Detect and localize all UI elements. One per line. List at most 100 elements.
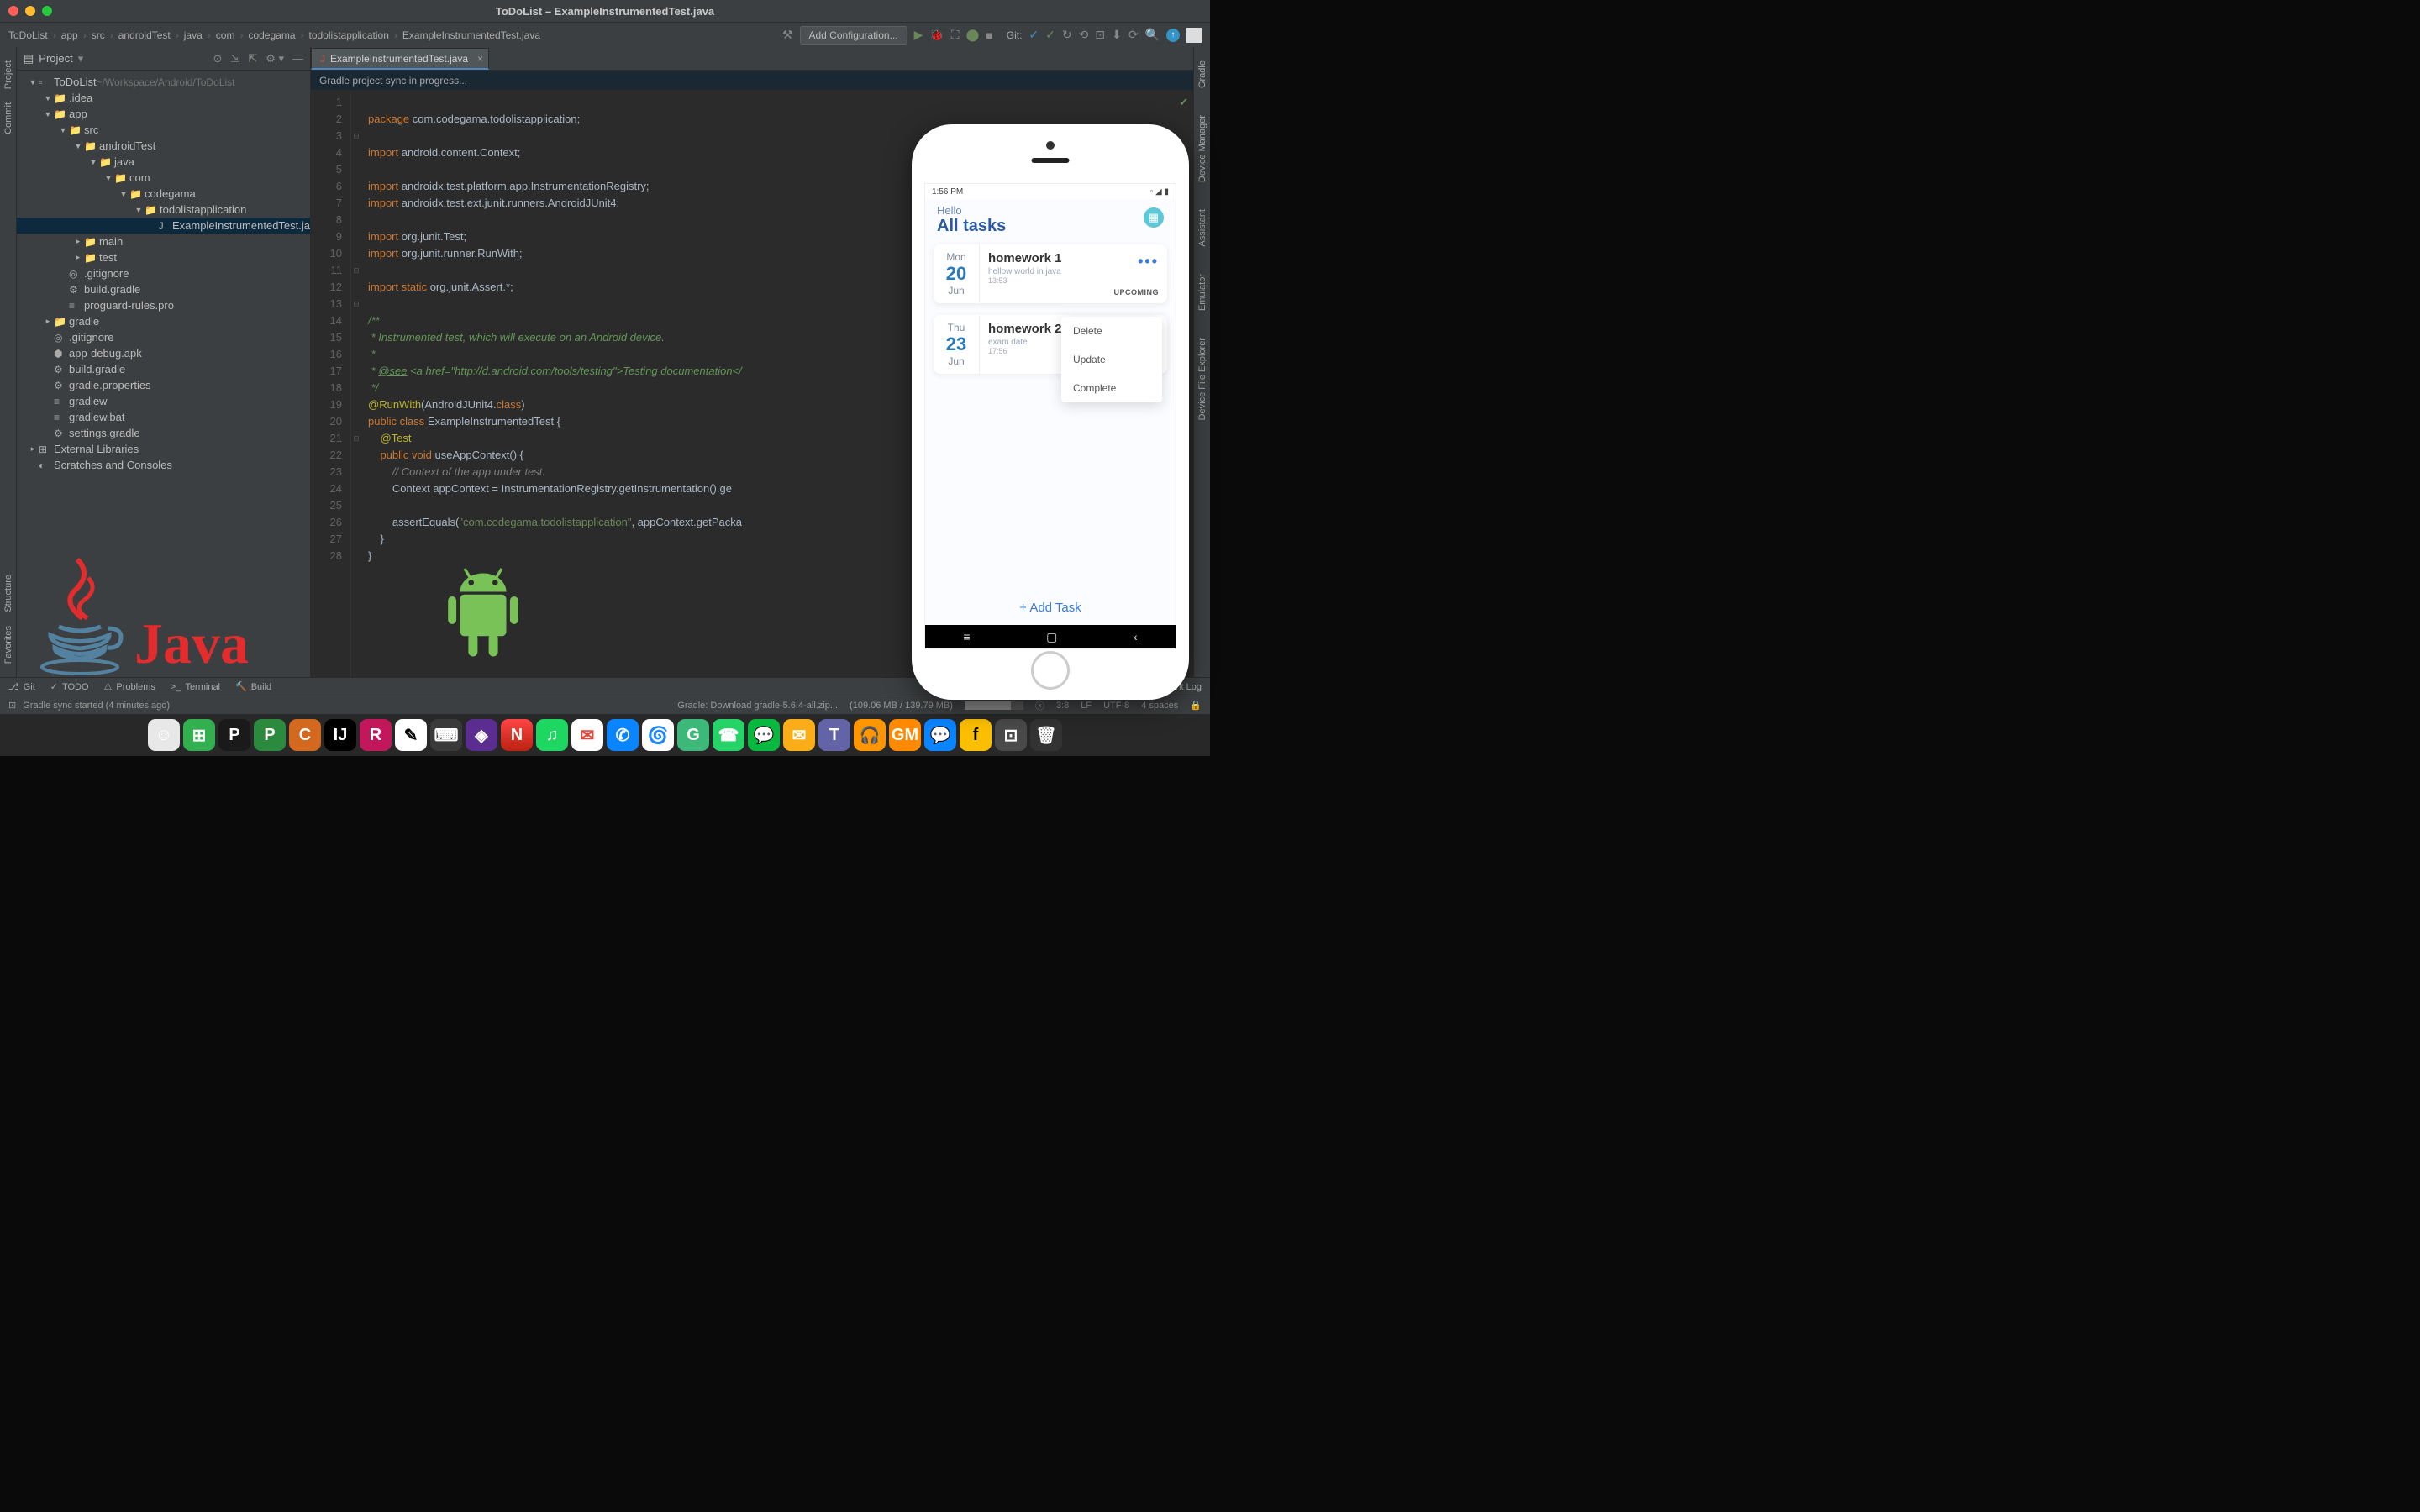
add-task-button[interactable]: + Add Task: [925, 591, 1176, 625]
bottom-tab-todo[interactable]: ✓TODO: [50, 681, 89, 692]
tree-item[interactable]: ≡gradlew: [17, 393, 310, 409]
breadcrumb-item[interactable]: app: [61, 29, 78, 41]
dock-app-icon[interactable]: P: [254, 719, 286, 751]
run-icon[interactable]: ▶: [914, 28, 923, 42]
rail-tab-device-file-explorer[interactable]: Device File Explorer: [1197, 333, 1207, 425]
dock-app-icon[interactable]: ✉: [783, 719, 815, 751]
menu-update[interactable]: Update: [1061, 345, 1162, 374]
tree-item[interactable]: ⬢app-debug.apk: [17, 345, 310, 361]
tree-item[interactable]: ▸📁test: [17, 249, 310, 265]
git-revert-icon[interactable]: ⟲: [1079, 28, 1089, 42]
profiler-icon[interactable]: ⬤: [966, 28, 980, 42]
git-history-icon[interactable]: ↻: [1062, 28, 1072, 42]
breadcrumb-item[interactable]: com: [216, 29, 235, 41]
tree-item[interactable]: ▼📁androidTest: [17, 138, 310, 154]
update-icon[interactable]: ↑: [1166, 29, 1180, 42]
cancel-progress-icon[interactable]: ⓧ: [1035, 699, 1044, 712]
menu-delete[interactable]: Delete: [1061, 317, 1162, 345]
breadcrumb-item[interactable]: todolistapplication: [309, 29, 389, 41]
tree-item[interactable]: ▼▫ToDoList ~/Workspace/Android/ToDoList: [17, 74, 310, 90]
git-pull-icon[interactable]: ✓: [1028, 28, 1039, 42]
rail-tab-structure[interactable]: Structure: [3, 570, 13, 617]
tree-item[interactable]: ⚙settings.gradle: [17, 425, 310, 441]
settings-gear-icon[interactable]: ⚙ ▾: [266, 52, 284, 66]
project-tree[interactable]: ▼▫ToDoList ~/Workspace/Android/ToDoList▼…: [17, 71, 310, 677]
readonly-lock-icon[interactable]: 🔒: [1190, 700, 1202, 711]
tree-item[interactable]: ▸⊞External Libraries: [17, 441, 310, 457]
coverage-icon[interactable]: ⛶: [951, 28, 960, 42]
tree-item[interactable]: ▼📁java: [17, 154, 310, 170]
dock-app-icon[interactable]: C: [289, 719, 321, 751]
rail-tab-emulator[interactable]: Emulator: [1197, 269, 1207, 316]
tree-item[interactable]: ▼📁com: [17, 170, 310, 186]
tree-item[interactable]: ◎.gitignore: [17, 265, 310, 281]
dock-app-icon[interactable]: IJ: [324, 719, 356, 751]
dock-app-icon[interactable]: ♫: [536, 719, 568, 751]
rail-tab-device-manager[interactable]: Device Manager: [1197, 110, 1207, 187]
run-config-button[interactable]: Add Configuration...: [800, 26, 908, 45]
breadcrumb-item[interactable]: src: [92, 29, 105, 41]
dock-app-icon[interactable]: ✉: [571, 719, 603, 751]
file-encoding[interactable]: UTF-8: [1103, 701, 1129, 711]
bottom-tab-git[interactable]: ⎇Git: [8, 681, 35, 692]
breadcrumb-item[interactable]: ExampleInstrumentedTest.java: [402, 29, 540, 41]
sync-icon[interactable]: ⟳: [1128, 28, 1139, 42]
dock-app-icon[interactable]: ◈: [466, 719, 497, 751]
maximize-window-icon[interactable]: [42, 6, 52, 16]
rail-tab-gradle[interactable]: Gradle: [1197, 55, 1207, 93]
line-ending[interactable]: LF: [1081, 701, 1092, 711]
breadcrumb-item[interactable]: androidTest: [118, 29, 171, 41]
dock-app-icon[interactable]: GM: [889, 719, 921, 751]
rail-tab-commit[interactable]: Commit: [3, 97, 13, 139]
close-tab-icon[interactable]: ×: [477, 53, 483, 65]
inspection-ok-icon[interactable]: ✔: [1179, 96, 1188, 109]
tree-item[interactable]: ≡proguard-rules.pro: [17, 297, 310, 313]
tree-item[interactable]: ▼📁codegama: [17, 186, 310, 202]
tree-item[interactable]: ≡gradlew.bat: [17, 409, 310, 425]
tree-item[interactable]: ◎.gitignore: [17, 329, 310, 345]
more-icon[interactable]: •••: [1138, 253, 1159, 270]
dock-app-icon[interactable]: 💬: [748, 719, 780, 751]
project-title[interactable]: Project: [39, 52, 72, 65]
stop-icon[interactable]: ■: [986, 29, 992, 42]
bottom-tab-build[interactable]: 🔨Build: [235, 681, 271, 692]
tree-item[interactable]: ⚙build.gradle: [17, 281, 310, 297]
close-window-icon[interactable]: [8, 6, 18, 16]
dock-app-icon[interactable]: ☎: [713, 719, 744, 751]
dock-app-icon[interactable]: ☺: [148, 719, 180, 751]
calendar-icon[interactable]: ▦: [1144, 207, 1164, 228]
chevron-down-icon[interactable]: ▾: [78, 52, 84, 66]
caret-position[interactable]: 3:8: [1056, 701, 1069, 711]
expand-all-icon[interactable]: ⇲: [230, 52, 239, 66]
breadcrumb-item[interactable]: java: [184, 29, 203, 41]
dock-app-icon[interactable]: ✎: [395, 719, 427, 751]
breadcrumb-item[interactable]: codegama: [248, 29, 295, 41]
dock-app-icon[interactable]: 🗑: [1030, 719, 1062, 751]
tree-item[interactable]: ▸📁main: [17, 234, 310, 249]
bottom-tab-terminal[interactable]: >_Terminal: [171, 682, 220, 692]
editor-tab[interactable]: J ExampleInstrumentedTest.java ×: [311, 48, 489, 70]
dock-app-icon[interactable]: 💬: [924, 719, 956, 751]
project-dropdown-icon[interactable]: ▤: [24, 52, 34, 66]
dock-app-icon[interactable]: ✆: [607, 719, 639, 751]
tree-item[interactable]: ▼📁src: [17, 122, 310, 138]
sdk-icon[interactable]: ⬇: [1112, 28, 1122, 42]
rail-tab-favorites[interactable]: Favorites: [3, 621, 13, 669]
nav-home-icon[interactable]: ▢: [1046, 630, 1057, 644]
dock-app-icon[interactable]: R: [360, 719, 392, 751]
status-message-icon[interactable]: ⊡: [8, 700, 16, 711]
tree-item[interactable]: ▼📁.idea: [17, 90, 310, 106]
dock-app-icon[interactable]: ⊞: [183, 719, 215, 751]
rail-tab-project[interactable]: Project: [3, 55, 13, 94]
hide-pane-icon[interactable]: —: [292, 52, 303, 66]
tree-item[interactable]: ▸📁gradle: [17, 313, 310, 329]
iphone-home-button[interactable]: [1031, 651, 1070, 690]
dock-app-icon[interactable]: ⊡: [995, 719, 1027, 751]
tree-item[interactable]: JExampleInstrumentedTest.ja: [17, 218, 310, 234]
memory-indicator[interactable]: (109.06 MB / 139.79 MB): [850, 701, 953, 711]
tree-item[interactable]: ▼📁app: [17, 106, 310, 122]
minimize-window-icon[interactable]: [25, 6, 35, 16]
select-opened-icon[interactable]: ⊙: [213, 52, 222, 66]
nav-back-icon[interactable]: ‹: [1134, 630, 1138, 643]
search-icon[interactable]: 🔍: [1145, 28, 1160, 42]
